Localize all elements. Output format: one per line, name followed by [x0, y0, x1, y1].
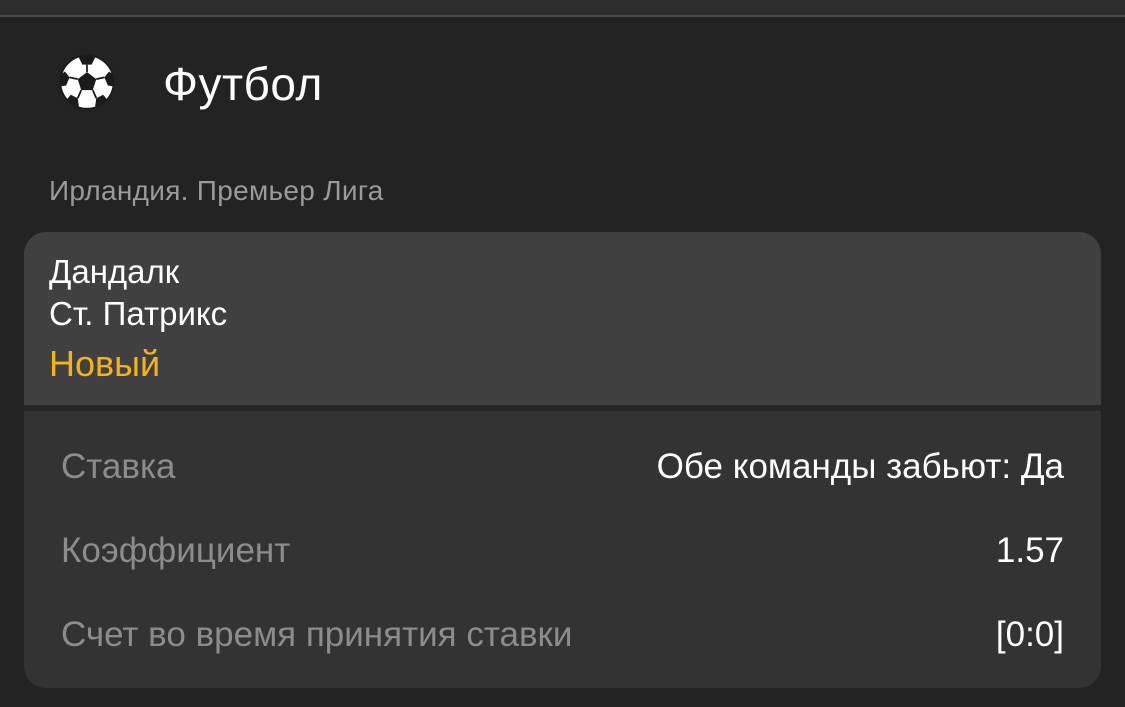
detail-label: Коэффициент — [61, 531, 291, 570]
team-away: Ст. Патрикс — [49, 295, 228, 332]
detail-row-odds: Коэффициент 1.57 — [61, 527, 1064, 575]
top-bar — [0, 0, 1125, 15]
detail-label: Счет во время принятия ставки — [61, 615, 573, 654]
team-home: Дандалк — [49, 253, 180, 290]
detail-row-score: Счет во время принятия ставки [0:0] — [61, 611, 1064, 659]
top-divider — [0, 15, 1125, 17]
detail-value: 1.57 — [995, 531, 1064, 570]
detail-row-bet: Ставка Обе команды забьют: Да — [61, 443, 1064, 491]
bet-card[interactable]: Дандалк Ст. Патрикс Новый Ставка Обе ком… — [24, 232, 1101, 688]
sport-title: Футбол — [163, 58, 323, 110]
match-header[interactable]: Дандалк Ст. Патрикс Новый — [24, 232, 1101, 405]
detail-label: Ставка — [61, 447, 176, 486]
detail-value: [0:0] — [995, 615, 1064, 654]
soccer-ball-icon — [59, 54, 115, 110]
card-divider — [24, 405, 1101, 411]
league-name: Ирландия. Премьер Лига — [49, 175, 384, 206]
bet-status: Новый — [49, 343, 161, 384]
detail-value: Обе команды забьют: Да — [656, 447, 1064, 486]
sport-header: Футбол — [0, 48, 1125, 120]
